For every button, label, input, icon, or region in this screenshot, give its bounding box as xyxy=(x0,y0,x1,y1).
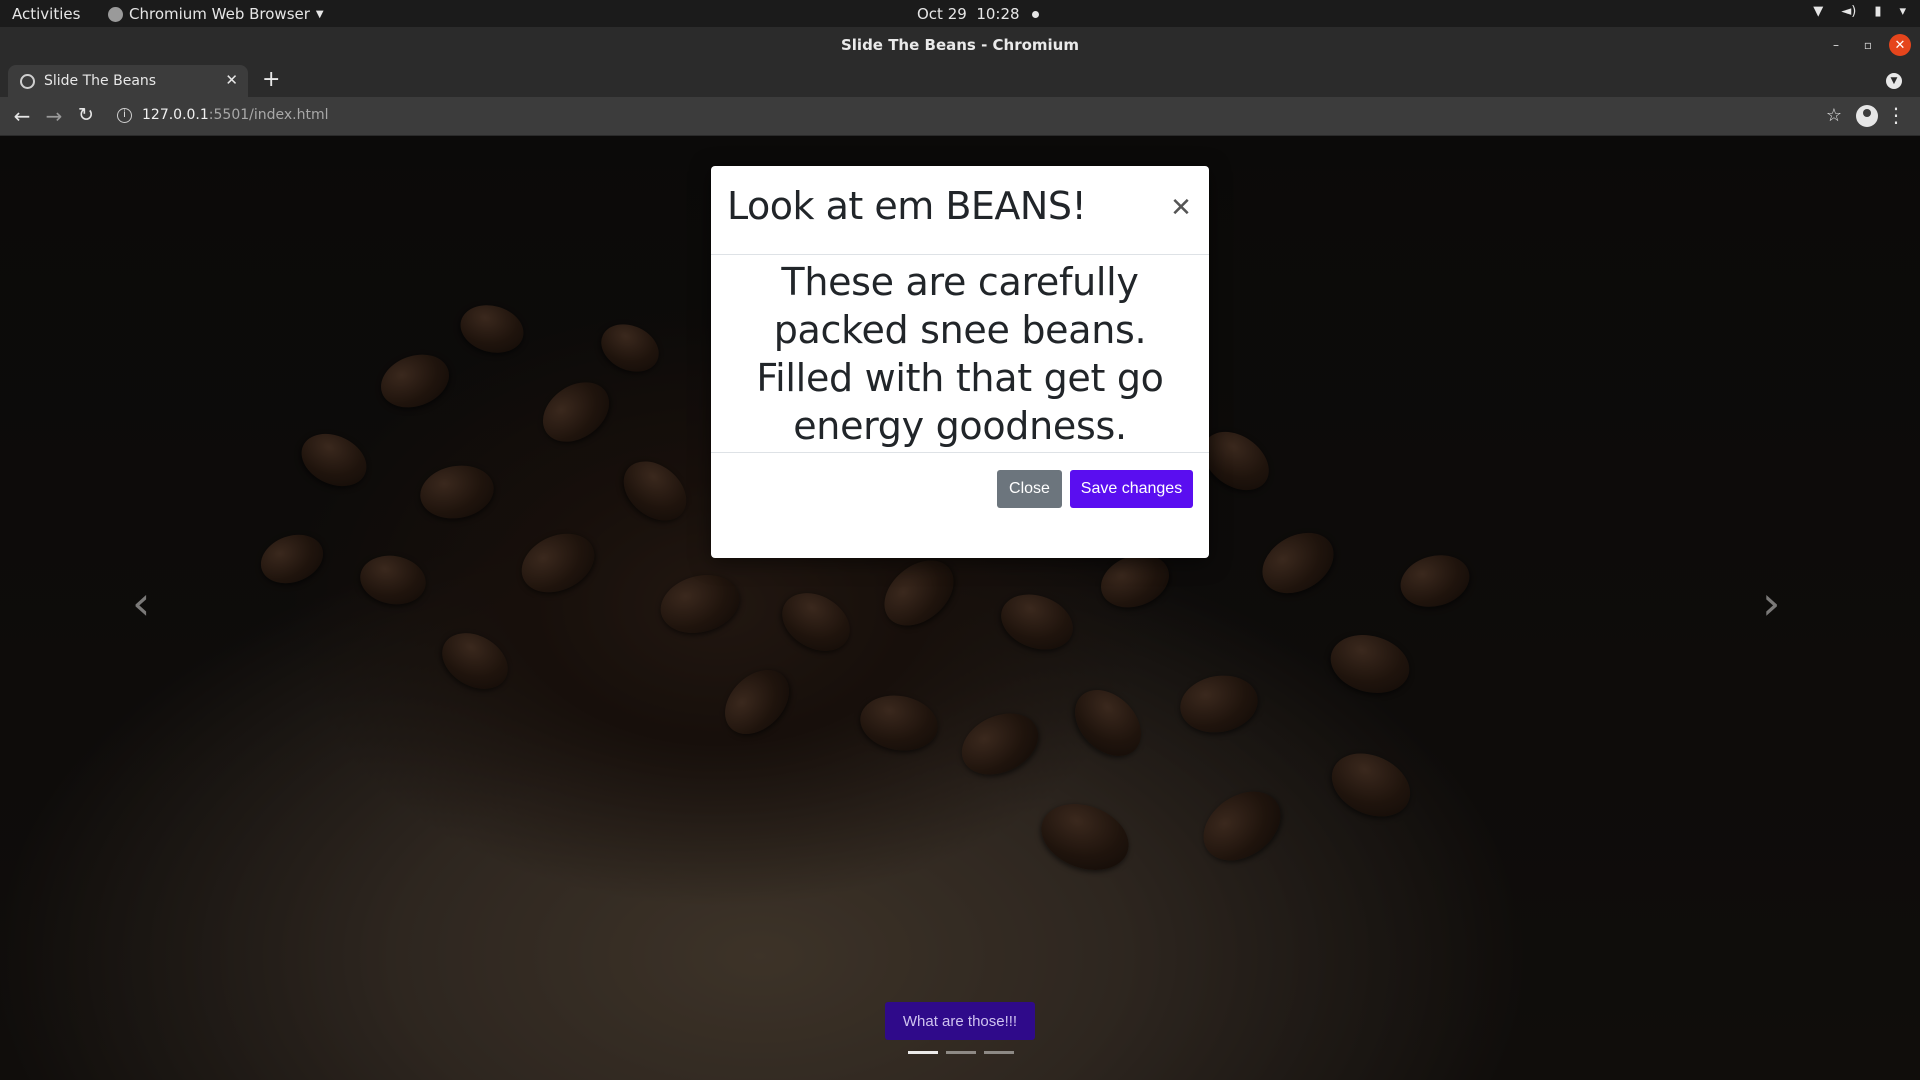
volume-icon: ◄) xyxy=(1841,4,1857,19)
reload-icon[interactable]: ↻ xyxy=(74,104,98,126)
modal-footer: Close Save changes xyxy=(711,453,1209,558)
caption-button[interactable]: What are those!!! xyxy=(885,1002,1035,1040)
chromium-icon xyxy=(108,6,123,22)
carousel-next-icon[interactable]: › xyxy=(1762,576,1780,630)
tab-strip: Slide The Beans ✕ + ▼ xyxy=(0,63,1920,97)
back-arrow-icon[interactable]: ← xyxy=(10,104,34,128)
tab-search-icon[interactable]: ▼ xyxy=(1886,73,1902,89)
carousel-indicator[interactable] xyxy=(984,1051,1014,1054)
system-top-bar: Activities Chromium Web Browser ▼ Oct 29… xyxy=(0,0,1920,27)
app-menu[interactable]: Chromium Web Browser ▼ xyxy=(108,5,324,23)
close-window-icon[interactable]: ✕ xyxy=(1889,34,1911,56)
minimize-icon[interactable]: – xyxy=(1825,34,1847,56)
wifi-icon: ▼ xyxy=(1813,4,1824,19)
battery-icon: ▮ xyxy=(1874,4,1882,19)
carousel-indicator[interactable] xyxy=(908,1051,938,1054)
globe-icon xyxy=(20,74,35,89)
notification-dot-icon xyxy=(1031,10,1039,18)
tab-label: Slide The Beans xyxy=(44,73,157,89)
system-tray[interactable]: ▼ ◄) ▮ ▾ xyxy=(1813,4,1906,19)
window-title: Slide The Beans - Chromium xyxy=(840,36,1079,54)
clock-time: 10:28 xyxy=(976,5,1020,23)
activities-button[interactable]: Activities xyxy=(12,5,80,23)
chevron-down-icon: ▾ xyxy=(1899,4,1906,19)
site-info-icon[interactable]: i xyxy=(117,108,132,123)
clock-datetime: Oct 29 10:28 xyxy=(917,5,1020,23)
modal-body: These are carefully packed snee beans. F… xyxy=(711,255,1209,453)
maximize-icon[interactable]: ▫ xyxy=(1857,34,1879,56)
carousel-indicators xyxy=(908,1051,1014,1054)
modal-title: Look at em BEANS! xyxy=(727,184,1087,228)
modal-header: Look at em BEANS! ✕ xyxy=(711,166,1209,255)
close-button[interactable]: Close xyxy=(997,470,1062,508)
close-tab-icon[interactable]: ✕ xyxy=(225,71,238,89)
url-path: :5501/index.html xyxy=(208,107,329,123)
close-icon[interactable]: ✕ xyxy=(1167,194,1195,222)
save-changes-button[interactable]: Save changes xyxy=(1070,470,1193,508)
clock[interactable]: Oct 29 10:28 xyxy=(917,5,1039,23)
modal-body-text: These are carefully packed snee beans. F… xyxy=(756,259,1164,448)
page-viewport: ‹ › What are those!!! Look at em BEANS! … xyxy=(0,136,1920,1080)
window-titlebar: Slide The Beans - Chromium – ▫ ✕ xyxy=(0,27,1920,63)
modal-dialog: Look at em BEANS! ✕ These are carefully … xyxy=(711,166,1209,558)
carousel-prev-icon[interactable]: ‹ xyxy=(132,576,150,630)
profile-avatar-icon[interactable] xyxy=(1856,105,1878,127)
tab-slide-the-beans[interactable]: Slide The Beans ✕ xyxy=(8,65,248,97)
kebab-menu-icon[interactable]: ⋮ xyxy=(1886,103,1906,127)
browser-toolbar: ← → ↻ i 127.0.0.1:5501/index.html ☆ ⋮ xyxy=(0,97,1920,136)
bookmark-star-icon[interactable]: ☆ xyxy=(1826,105,1842,126)
app-menu-label: Chromium Web Browser xyxy=(129,5,310,23)
new-tab-icon[interactable]: + xyxy=(262,67,280,92)
address-bar[interactable]: 127.0.0.1:5501/index.html xyxy=(142,107,329,123)
carousel-indicator[interactable] xyxy=(946,1051,976,1054)
url-host: 127.0.0.1 xyxy=(142,107,209,123)
forward-arrow-icon[interactable]: → xyxy=(42,104,66,128)
chevron-down-icon: ▼ xyxy=(315,8,324,20)
clock-date: Oct 29 xyxy=(917,5,967,23)
